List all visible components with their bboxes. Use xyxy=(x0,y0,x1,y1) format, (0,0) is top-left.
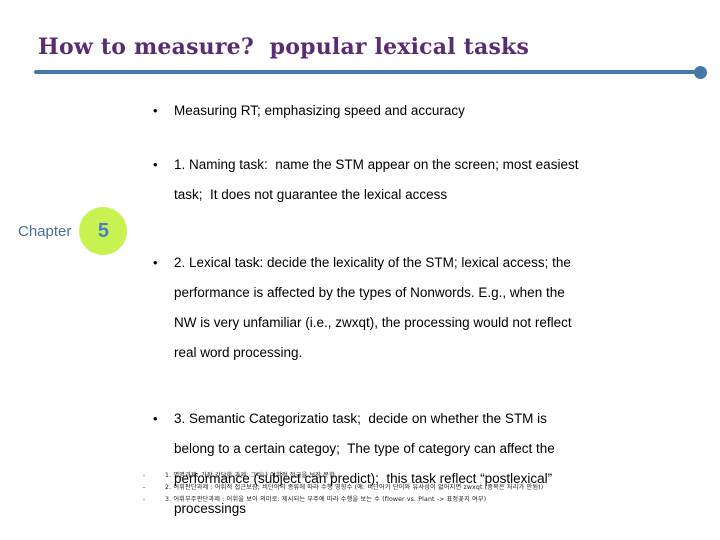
title-divider-end-dot-icon xyxy=(694,66,707,79)
footnote-marker-icon: - xyxy=(143,497,145,503)
page-title: How to measure? popular lexical tasks xyxy=(38,34,530,60)
bullet-marker-icon: • xyxy=(153,157,158,172)
bullet-item: • 2. Lexical task: decide the lexicality… xyxy=(150,248,706,368)
bullet-line: NW is very unfamiliar (i.e., zwxqt), the… xyxy=(174,315,572,330)
bullet-line: 2. Lexical task: decide the lexicality o… xyxy=(174,255,571,270)
bullet-line: Measuring RT; emphasizing speed and accu… xyxy=(174,103,465,118)
bullet-item: • 1. Naming task: name the STM appear on… xyxy=(150,150,706,210)
bullet-item: • 3. Semantic Categorizatio task; decide… xyxy=(150,404,706,524)
bullet-line: 1. Naming task: name the STM appear on t… xyxy=(174,157,579,172)
title-divider xyxy=(34,70,703,74)
footnote-row: - 3. 어휘부주판단과제 : 어휘을 보이 의미로: 제시되는 부주에 따라 … xyxy=(143,494,703,506)
footnote-marker-icon: - xyxy=(143,485,145,491)
chapter-badge: Chapter 5 xyxy=(18,207,128,255)
bullet-line: real word processing. xyxy=(174,345,303,360)
footnote-text: 3. 어휘부주판단과제 : 어휘을 보이 의미로: 제시되는 부주에 따라 수행… xyxy=(165,496,487,503)
bullet-line: belong to a certain categoy; The type of… xyxy=(174,441,555,456)
bullet-line: task; It does not guarantee the lexical … xyxy=(174,187,448,202)
bullet-line: performance is affected by the types of … xyxy=(174,285,565,300)
bullet-text: 1. Naming task: name the STM appear on t… xyxy=(174,150,706,210)
footnote-row: - 1. 명명과제: 가장 간단한 과제; 그러나 어휘적 접근을 보장 못함 xyxy=(143,470,703,482)
bullet-line: 3. Semantic Categorizatio task; decide o… xyxy=(174,411,547,426)
footnote-marker-icon: - xyxy=(143,473,145,479)
footnote-text: 2. 어휘판단과제 : 어휘적 접근보장; 비단어의 종류에 따라 수행 영향수… xyxy=(165,484,544,491)
bullet-item: • Measuring RT; emphasizing speed and ac… xyxy=(150,96,706,126)
footnote-row: - 2. 어휘판단과제 : 어휘적 접근보장; 비단어의 종류에 따라 수행 영… xyxy=(143,482,703,494)
bullet-text: 3. Semantic Categorizatio task; decide o… xyxy=(174,404,706,524)
chapter-number-circle: 5 xyxy=(79,207,128,255)
bullet-text: Measuring RT; emphasizing speed and accu… xyxy=(174,96,706,126)
bullet-marker-icon: • xyxy=(153,411,158,426)
bullet-marker-icon: • xyxy=(153,103,158,118)
footnote-text: 1. 명명과제: 가장 간단한 과제; 그러나 어휘적 접근을 보장 못함 xyxy=(165,472,335,479)
footnote-list: - 1. 명명과제: 가장 간단한 과제; 그러나 어휘적 접근을 보장 못함 … xyxy=(143,470,703,506)
bullet-marker-icon: • xyxy=(153,255,158,270)
chapter-number: 5 xyxy=(97,219,109,242)
chapter-label: Chapter xyxy=(18,222,72,240)
bullet-text: 2. Lexical task: decide the lexicality o… xyxy=(174,248,706,368)
